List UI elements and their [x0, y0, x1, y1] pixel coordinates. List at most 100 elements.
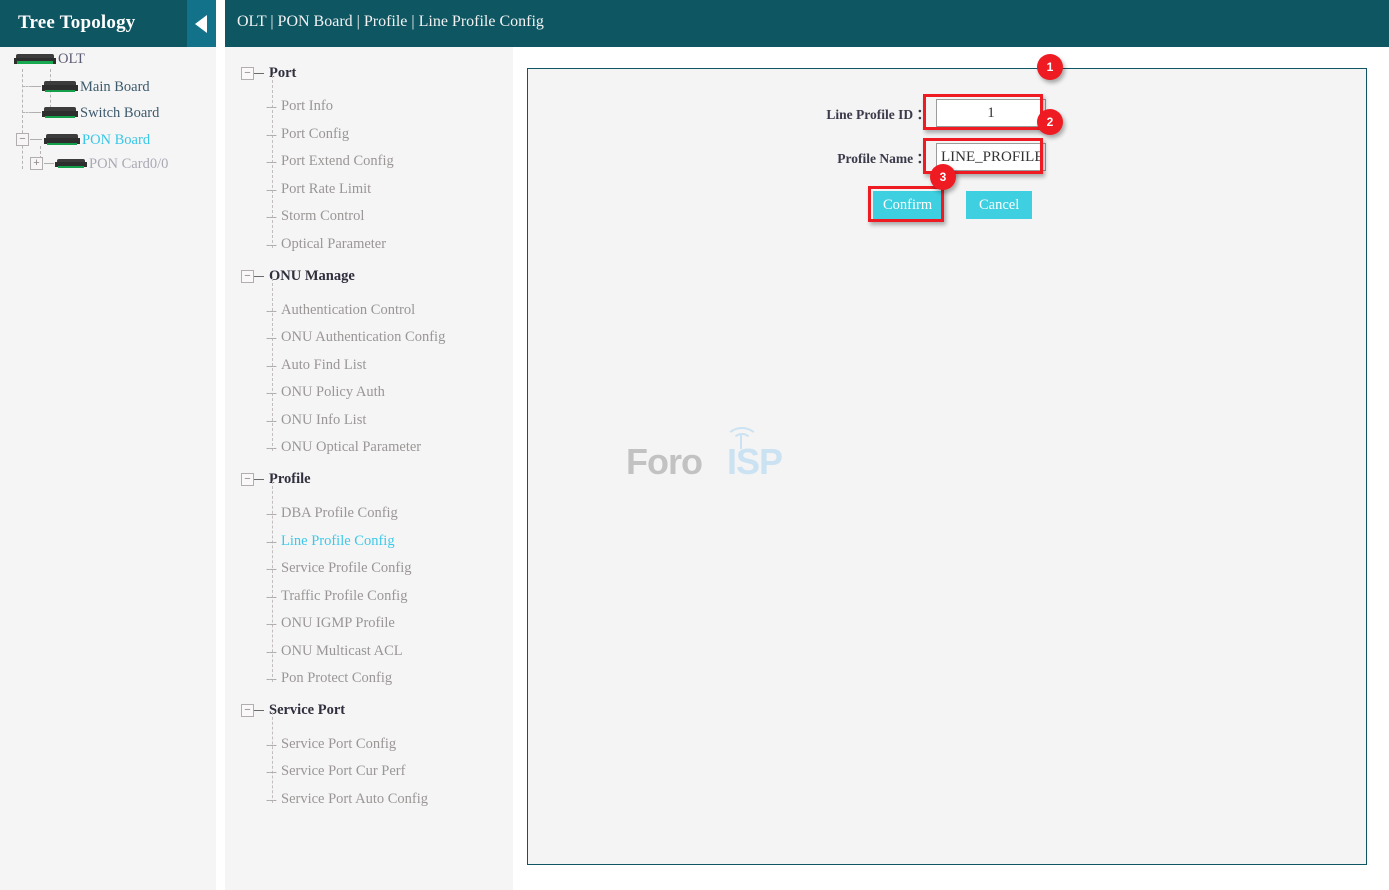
menu-dash-connector: --- [266, 670, 277, 686]
menu-connector [254, 709, 264, 711]
menu-dash-connector: --- [266, 357, 277, 373]
menu-item-label: ONU Multicast ACL [281, 642, 403, 659]
menu-item-port-info[interactable]: --- Port Info [225, 96, 333, 116]
cancel-button[interactable]: Cancel [966, 191, 1033, 219]
menu-group-profile[interactable]: − Profile [225, 469, 311, 489]
menu-item-label: Optical Parameter [281, 235, 387, 252]
menu-item-label: ONU Optical Parameter [281, 438, 422, 455]
profile-name-input[interactable] [936, 143, 1046, 171]
menu-item-auto-find-list[interactable]: --- Auto Find List [225, 355, 366, 375]
minus-icon: − [244, 472, 251, 485]
menu-item-onu-multicast-acl[interactable]: --- ONU Multicast ACL [225, 641, 403, 661]
menu-item-label: Port Extend Config [281, 152, 394, 169]
tree-connector [32, 112, 41, 113]
menu-item-pon-protect-config[interactable]: --- Pon Protect Config [225, 668, 392, 688]
menu-expander-port[interactable]: − [241, 66, 254, 80]
menu-item-label: Port Config [281, 125, 350, 142]
menu-item-dba-profile-config[interactable]: --- DBA Profile Config [225, 503, 398, 523]
tree-connector [22, 112, 32, 113]
line-profile-id-input[interactable] [936, 99, 1046, 127]
menu-dash-connector: --- [266, 208, 277, 224]
tree-node-olt[interactable]: OLT [14, 48, 85, 70]
menu-group-port[interactable]: − Port [225, 63, 296, 83]
menu-dash-connector: --- [266, 98, 277, 114]
menu-expander-service-port[interactable]: − [241, 703, 254, 717]
menu-item-onu-igmp-profile[interactable]: --- ONU IGMP Profile [225, 613, 395, 633]
menu-item-port-config[interactable]: --- Port Config [225, 124, 349, 144]
breadcrumb: OLT | PON Board | Profile | Line Profile… [237, 13, 544, 30]
line-profile-id-label: Line Profile ID ： [826, 107, 930, 122]
menu-item-label: Service Port Config [281, 735, 397, 752]
tree-node-label: PON Card0/0 [89, 156, 169, 172]
menu-group-onu-manage[interactable]: − ONU Manage [225, 266, 355, 286]
menu-item-onu-optical-parameter[interactable]: --- ONU Optical Parameter [225, 437, 421, 457]
menu-group-label: Service Port [269, 701, 346, 718]
device-board-icon [42, 107, 78, 119]
tree-expander-pon-card[interactable]: + [30, 157, 43, 170]
minus-icon: − [244, 269, 251, 282]
menu-item-port-rate-limit[interactable]: --- Port Rate Limit [225, 179, 371, 199]
menu-dash-connector: --- [266, 560, 277, 576]
tree-node-label: Switch Board [80, 105, 160, 121]
menu-expander-profile[interactable]: − [241, 472, 254, 486]
content-area: Line Profile ID ： Profile Name ： Confirm… [513, 47, 1389, 890]
menu-connector [254, 478, 264, 480]
menu-item-optical-parameter[interactable]: --- Optical Parameter [225, 234, 386, 254]
menu-item-label: ONU IGMP Profile [281, 614, 395, 631]
tree-node-label: PON Board [82, 132, 151, 148]
menu-item-traffic-profile-config[interactable]: --- Traffic Profile Config [225, 586, 407, 606]
menu-item-label: Port Rate Limit [281, 180, 372, 197]
top-breadcrumb-bar: OLT | PON Board | Profile | Line Profile… [225, 0, 1389, 47]
menu-dash-connector: --- [266, 615, 277, 631]
menu-item-onu-authentication-config[interactable]: --- ONU Authentication Config [225, 327, 445, 347]
sidebar-collapse-button[interactable] [187, 0, 216, 47]
tree-node-main-board[interactable]: Main Board [42, 76, 150, 98]
menu-item-service-profile-config[interactable]: --- Service Profile Config [225, 558, 411, 578]
tree-node-label: OLT [58, 51, 85, 67]
menu-dash-connector: --- [266, 791, 277, 807]
menu-item-onu-info-list[interactable]: --- ONU Info List [225, 410, 366, 430]
menu-dash-connector: --- [266, 533, 277, 549]
menu-item-label: Service Port Cur Perf [281, 762, 406, 779]
menu-dash-connector: --- [266, 126, 277, 142]
menu-item-service-port-cur-perf[interactable]: --- Service Port Cur Perf [225, 761, 405, 781]
tree-node-label: Main Board [80, 79, 150, 95]
tree-connector [30, 139, 42, 140]
menu-dash-connector: --- [266, 588, 277, 604]
wifi-arc-inner-icon [732, 433, 752, 451]
triangle-left-icon [195, 15, 207, 33]
menu-dash-connector: --- [266, 439, 277, 455]
watermark-text-primary: Foro [626, 441, 703, 482]
menu-item-service-port-auto-config[interactable]: --- Service Port Auto Config [225, 789, 428, 809]
menu-group-label: Profile [269, 470, 311, 487]
menu-group-label: Port [269, 64, 297, 81]
menu-item-service-port-config[interactable]: --- Service Port Config [225, 734, 396, 754]
tree-expander-pon-board[interactable]: − [16, 133, 29, 146]
menu-dash-connector: --- [266, 505, 277, 521]
minus-icon: − [19, 133, 26, 145]
menu-item-label: Line Profile Config [281, 532, 395, 549]
menu-group-label: ONU Manage [269, 267, 355, 284]
menu-dash-connector: --- [266, 736, 277, 752]
sidebar-header: Tree Topology [0, 0, 216, 47]
menu-group-service-port[interactable]: − Service Port [225, 700, 345, 720]
tree-node-pon-board[interactable]: PON Board [44, 129, 150, 151]
menu-item-label: Service Port Auto Config [281, 790, 429, 807]
menu-item-line-profile-config[interactable]: --- Line Profile Config [225, 531, 395, 551]
confirm-button[interactable]: Confirm [873, 191, 943, 219]
menu-item-authentication-control[interactable]: --- Authentication Control [225, 300, 415, 320]
tree-node-pon-card[interactable]: PON Card0/0 [55, 153, 168, 175]
menu-expander-onu-manage[interactable]: − [241, 269, 254, 283]
tree-node-switch-board[interactable]: Switch Board [42, 102, 159, 124]
menu-dash-connector: --- [266, 153, 277, 169]
menu-dash-connector: --- [266, 302, 277, 318]
menu-item-onu-policy-auth[interactable]: --- ONU Policy Auth [225, 382, 385, 402]
menu-item-label: Authentication Control [281, 301, 416, 318]
sidebar-title: Tree Topology [18, 12, 136, 33]
menu-item-storm-control[interactable]: --- Storm Control [225, 206, 364, 226]
annotation-badge-2: 2 [1037, 109, 1063, 135]
menu-item-port-extend-config[interactable]: --- Port Extend Config [225, 151, 394, 171]
menu-item-label: ONU Info List [281, 411, 367, 428]
device-board-icon [44, 134, 80, 146]
device-board-icon [55, 159, 87, 169]
